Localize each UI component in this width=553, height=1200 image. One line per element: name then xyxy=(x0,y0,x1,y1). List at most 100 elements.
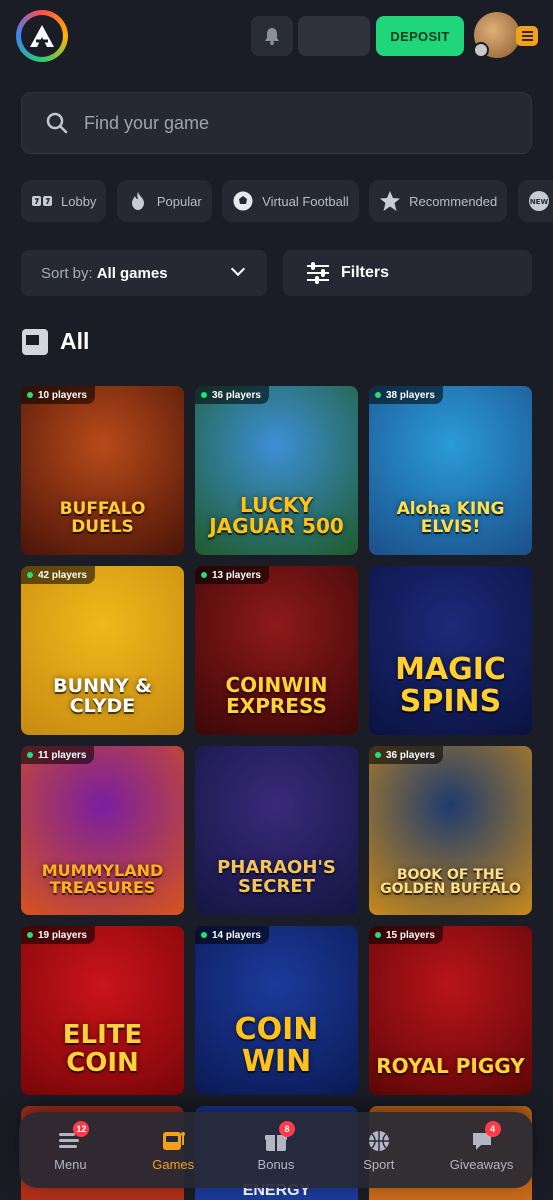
nav-item-sport[interactable]: Sport xyxy=(334,1129,424,1172)
game-tile[interactable]: PHARAOH'S SECRET xyxy=(195,746,358,915)
online-dot-icon xyxy=(375,392,381,398)
tab-popular[interactable]: Popular xyxy=(116,180,212,222)
balance-display[interactable] xyxy=(298,16,370,56)
tab-label: Recommended xyxy=(409,193,498,209)
section-header: All xyxy=(22,328,89,355)
game-tile[interactable]: 15 players ROYAL PIGGY xyxy=(369,926,532,1095)
players-count: 42 players xyxy=(38,569,87,581)
players-count-badge: 42 players xyxy=(21,566,95,584)
tab-lobby[interactable]: Lobby xyxy=(21,180,107,222)
top-bar: DEPOSIT xyxy=(0,0,553,76)
game-title: PHARAOH'S SECRET xyxy=(217,857,336,898)
game-tile[interactable]: 10 players BUFFALO DUELS xyxy=(21,386,184,555)
players-count-badge: 38 players xyxy=(369,386,443,404)
players-count: 13 players xyxy=(212,569,261,581)
nav-item-games[interactable]: Games xyxy=(128,1129,218,1172)
tab-new[interactable]: NEW Ne xyxy=(517,180,553,222)
nav-label: Sport xyxy=(363,1156,395,1172)
game-tile[interactable]: 13 players COINWIN EXPRESS xyxy=(195,566,358,735)
game-tile[interactable]: 14 players COIN WIN xyxy=(195,926,358,1095)
sort-value: All games xyxy=(96,264,168,282)
logo-mark xyxy=(21,15,63,57)
game-title: LUCKY JAGUAR 500 xyxy=(209,493,344,538)
sort-dropdown[interactable]: Sort by: All games xyxy=(21,250,267,296)
slot-machine-icon xyxy=(22,328,48,355)
game-tile[interactable]: MAGIC SPINS xyxy=(369,566,532,735)
notification-count-badge: 8 xyxy=(278,1120,295,1137)
players-count: 14 players xyxy=(212,929,261,941)
game-title: MAGIC SPINS xyxy=(395,652,506,719)
search-bar[interactable]: Find your game xyxy=(21,92,532,154)
sort-label: Sort by: xyxy=(41,264,93,282)
nav-label: Games xyxy=(152,1156,195,1172)
games-grid: 10 players BUFFALO DUELS 36 players LUCKY J… xyxy=(21,386,533,1095)
menu-icon: 12 xyxy=(57,1120,90,1153)
game-tile[interactable]: 19 players ELITE COIN xyxy=(21,926,184,1095)
logo-a-icon xyxy=(30,25,54,47)
players-count: 10 players xyxy=(38,389,87,401)
nav-label: Bonus xyxy=(257,1156,295,1172)
nav-item-menu[interactable]: 12 Menu xyxy=(25,1120,115,1172)
star-icon xyxy=(379,190,401,212)
notification-count-badge: 12 xyxy=(73,1120,90,1137)
tab-label: Lobby xyxy=(61,193,97,209)
giveaway-icon: 4 xyxy=(469,1120,501,1153)
game-title: COINWIN EXPRESS xyxy=(225,673,328,718)
gift-icon: 8 xyxy=(263,1120,295,1153)
online-dot-icon xyxy=(201,572,207,578)
online-dot-icon xyxy=(201,392,207,398)
online-dot-icon xyxy=(27,572,33,578)
hamburger-menu-icon[interactable] xyxy=(516,26,538,46)
filters-label: Filters xyxy=(341,264,390,281)
players-count-badge: 15 players xyxy=(369,926,443,944)
nav-label: Menu xyxy=(54,1156,87,1172)
game-title: BOOK OF THE GOLDEN BUFFALO xyxy=(380,866,521,898)
search-icon xyxy=(46,112,68,134)
game-tile[interactable]: 36 players LUCKY JAGUAR 500 xyxy=(195,386,358,555)
players-count-badge: 36 players xyxy=(195,386,269,404)
players-count: 11 players xyxy=(38,749,87,761)
online-dot-icon xyxy=(375,752,381,758)
filters-button[interactable]: Filters xyxy=(283,250,532,296)
online-dot-icon xyxy=(201,932,207,938)
brand-logo[interactable] xyxy=(16,10,68,62)
football-icon xyxy=(232,190,254,212)
game-title: COIN WIN xyxy=(234,1012,319,1079)
game-tile[interactable]: 36 players BOOK OF THE GOLDEN BUFFALO xyxy=(369,746,532,915)
players-count-badge: 10 players xyxy=(21,386,95,404)
players-count: 36 players xyxy=(386,749,435,761)
players-count: 38 players xyxy=(386,389,435,401)
online-dot-icon xyxy=(375,932,381,938)
game-title: ROYAL PIGGY xyxy=(376,1054,525,1078)
deposit-button[interactable]: DEPOSIT xyxy=(376,16,464,56)
nav-item-giveaways[interactable]: 4 Giveaways xyxy=(437,1120,527,1172)
svg-text:NEW: NEW xyxy=(530,198,549,206)
players-count-badge: 36 players xyxy=(369,746,443,764)
nav-item-bonus[interactable]: 8 Bonus xyxy=(231,1120,321,1172)
players-count: 19 players xyxy=(38,929,87,941)
game-tile[interactable]: 11 players MUMMYLAND TREASURES xyxy=(21,746,184,915)
bell-icon xyxy=(265,28,279,45)
game-title: BUFFALO DUELS xyxy=(59,499,146,538)
new-icon: NEW xyxy=(528,190,550,212)
game-tile[interactable]: 42 players BUNNY & CLYDE xyxy=(21,566,184,735)
players-count-badge: 14 players xyxy=(195,926,269,944)
notifications-button[interactable] xyxy=(251,16,293,56)
lobby-icon xyxy=(31,190,53,212)
online-dot-icon xyxy=(27,752,33,758)
chevron-down-icon xyxy=(230,261,246,277)
section-title: All xyxy=(60,328,90,354)
game-tile[interactable]: 38 players Aloha KING ELVIS! xyxy=(369,386,532,555)
level-badge-icon xyxy=(473,42,489,58)
players-count: 15 players xyxy=(386,929,435,941)
tab-virtual-football[interactable]: Virtual Football xyxy=(222,180,359,222)
online-dot-icon xyxy=(27,932,33,938)
players-count-badge: 11 players xyxy=(21,746,95,764)
notification-count-badge: 4 xyxy=(484,1120,501,1137)
basketball-icon xyxy=(366,1129,392,1153)
tab-recommended[interactable]: Recommended xyxy=(369,180,508,222)
sliders-icon xyxy=(307,262,329,284)
nav-label: Giveaways xyxy=(449,1156,514,1172)
game-title: MUMMYLAND TREASURES xyxy=(41,861,164,898)
search-input[interactable]: Find your game xyxy=(84,113,209,134)
